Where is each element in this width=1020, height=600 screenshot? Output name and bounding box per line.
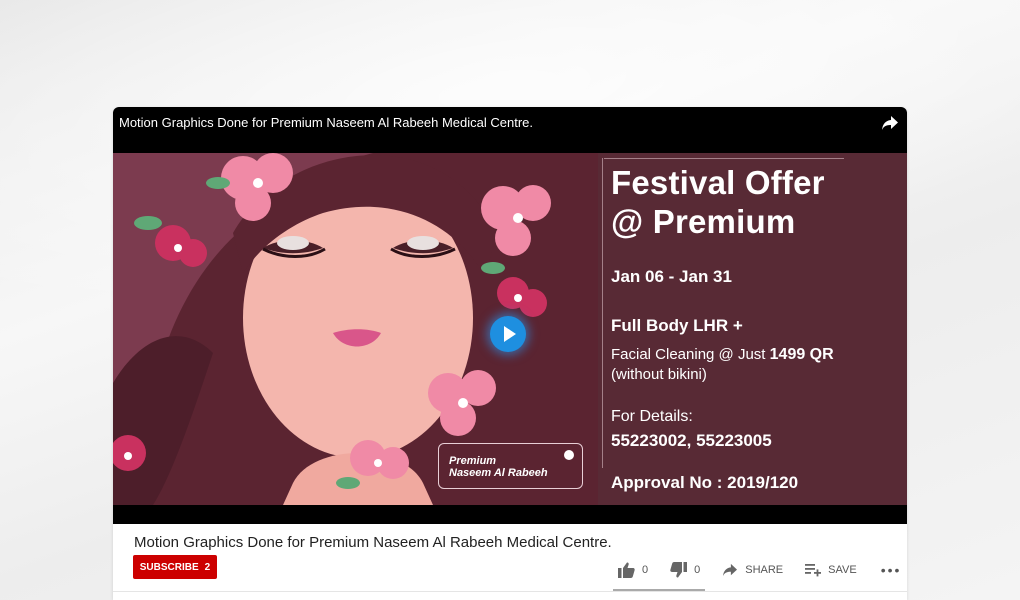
facial-price: 1499 QR <box>769 346 834 363</box>
clinic-logo: Premium Naseem Al Rabeeh <box>438 443 583 489</box>
save-button[interactable]: SAVE <box>805 563 857 577</box>
thumbs-up-icon <box>618 562 635 578</box>
video-player[interactable]: Motion Graphics Done for Premium Naseem … <box>113 107 907 524</box>
offer-headline: Festival Offer @ Premium <box>611 163 825 241</box>
action-bar: 0 0 SHARE SAVE ••• <box>618 560 901 580</box>
logo-mark-icon <box>564 450 574 460</box>
subscriber-count: 2 <box>204 561 211 573</box>
save-label: SAVE <box>828 564 857 576</box>
playlist-add-icon <box>805 564 822 577</box>
share-label: SHARE <box>745 564 784 576</box>
dislike-button[interactable]: 0 <box>670 562 700 578</box>
approval-number: Approval No : 2019/120 <box>611 473 799 492</box>
share-arrow-icon[interactable] <box>881 115 899 131</box>
like-button[interactable]: 0 <box>618 562 648 578</box>
share-icon <box>723 563 738 577</box>
share-button[interactable]: SHARE <box>722 563 783 577</box>
details-label: For Details: <box>611 408 693 425</box>
video-card: Motion Graphics Done for Premium Naseem … <box>113 107 907 600</box>
headline-line1: Festival Offer <box>611 164 825 201</box>
video-thumbnail[interactable]: Premium Naseem Al Rabeeh Festival Offer … <box>113 153 907 505</box>
subscribe-button[interactable]: SUBSCRIBE 2 <box>133 555 217 579</box>
more-icon[interactable]: ••• <box>881 562 902 578</box>
subscribe-label: SUBSCRIBE <box>139 561 199 573</box>
like-count: 0 <box>642 564 649 576</box>
offer-facial: Facial Cleaning @ Just 1499 QR (without … <box>611 345 834 385</box>
divider <box>113 591 907 592</box>
sentiment-bar <box>613 589 705 591</box>
panel-side-rule <box>602 158 603 468</box>
logo-line2: Naseem Al Rabeeh <box>449 467 548 479</box>
details-phones: 55223002, 55223005 <box>611 431 772 450</box>
facial-prefix: Facial Cleaning @ Just <box>611 346 770 363</box>
player-title[interactable]: Motion Graphics Done for Premium Naseem … <box>119 115 533 130</box>
offer-panel: Festival Offer @ Premium Jan 06 - Jan 31… <box>598 153 907 505</box>
play-icon[interactable] <box>490 316 526 352</box>
dislike-count: 0 <box>694 564 701 576</box>
video-title: Motion Graphics Done for Premium Naseem … <box>134 534 612 551</box>
offer-dates: Jan 06 - Jan 31 <box>611 267 732 286</box>
panel-top-rule <box>604 158 844 159</box>
facial-note: (without bikini) <box>611 366 707 383</box>
headline-line2: @ Premium <box>611 203 796 240</box>
thumbs-down-icon <box>670 562 688 578</box>
logo-line1: Premium <box>449 455 497 467</box>
offer-service: Full Body LHR + <box>611 316 743 335</box>
